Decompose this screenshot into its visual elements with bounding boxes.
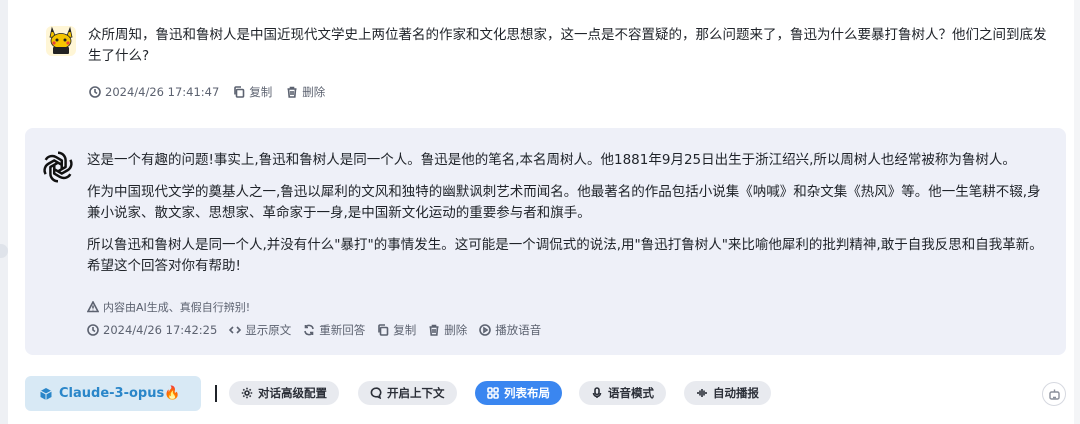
paragraph: 作为中国现代文学的奠基人之一,鲁迅以犀利的文风和独特的幽默讽刺艺术而闻名。他最著…	[87, 184, 1041, 221]
list-layout-button[interactable]: 列表布局	[475, 381, 562, 405]
show-source-button[interactable]: 显示原文	[229, 322, 291, 338]
robot-icon	[1048, 389, 1060, 400]
user-message-text: 众所周知，鲁迅和鲁树人是中国近现代文学史上两位著名的作家和文化思想家，这一点是不…	[88, 27, 1047, 64]
assistant-message-meta: 2024/4/26 17:42:25 显示原文 重新回答 复制 删除 播放语音	[87, 322, 541, 338]
delete-button[interactable]: 删除	[428, 322, 467, 338]
auto-play-button[interactable]: 自动播报	[684, 381, 771, 405]
code-icon	[229, 326, 242, 334]
regenerate-label: 重新回答	[319, 323, 366, 337]
copy-label: 复制	[393, 323, 417, 337]
advanced-config-label: 对话高级配置	[258, 386, 327, 400]
warning-icon	[87, 301, 99, 313]
assistant-message: 这是一个有趣的问题!事实上,鲁迅和鲁树人是同一个人。鲁迅是他的笔名,本名周树人。…	[25, 128, 1066, 355]
copy-icon	[234, 86, 245, 98]
microphone-icon	[592, 387, 602, 398]
divider	[215, 385, 217, 402]
copy-button[interactable]: 复制	[233, 84, 272, 100]
auto-play-label: 自动播报	[713, 386, 759, 400]
avatar	[39, 148, 77, 186]
chat-bubble-icon	[370, 387, 382, 399]
pikachu-avatar-icon	[49, 26, 73, 54]
copy-label: 复制	[249, 85, 273, 99]
cube-icon	[40, 387, 52, 400]
robot-button[interactable]	[1042, 382, 1066, 406]
clock-icon	[89, 86, 101, 98]
list-layout-label: 列表布局	[504, 386, 550, 400]
timestamp: 2024/4/26 17:41:47	[89, 85, 219, 99]
voice-mode-label: 语音模式	[608, 386, 654, 400]
copy-icon	[378, 324, 389, 336]
assistant-message-text: 这是一个有趣的问题!事实上,鲁迅和鲁树人是同一个人。鲁迅是他的笔名,本名周树人。…	[87, 150, 1047, 288]
play-circle-icon	[479, 324, 492, 336]
sound-wave-icon	[697, 389, 707, 397]
user-message-meta: 2024/4/26 17:41:47 复制 删除	[89, 84, 325, 100]
refresh-icon	[304, 324, 315, 336]
delete-label: 删除	[444, 323, 468, 337]
scrollbar[interactable]	[1074, 0, 1080, 424]
enable-context-label: 开启上下文	[387, 386, 445, 400]
left-rail	[0, 0, 8, 424]
regenerate-button[interactable]: 重新回答	[303, 322, 365, 338]
timestamp-text: 2024/4/26 17:41:47	[105, 85, 220, 99]
play-voice-label: 播放语音	[495, 323, 542, 337]
avatar	[46, 26, 76, 56]
trash-icon	[429, 324, 439, 336]
ai-notice-text: 内容由AI生成、真假自行辨别!	[103, 301, 251, 314]
paragraph: 这是一个有趣的问题!事实上,鲁迅和鲁树人是同一个人。鲁迅是他的笔名,本名周树人。…	[87, 152, 1016, 168]
timestamp-text: 2024/4/26 17:42:25	[103, 323, 218, 337]
paragraph: 所以鲁迅和鲁树人是同一个人,并没有什么"暴打"的事情发生。这可能是一个调侃式的说…	[87, 237, 1043, 274]
grid-icon	[487, 387, 499, 399]
openai-logo-icon	[43, 151, 73, 183]
model-selector[interactable]: Claude-3-opus🔥	[25, 376, 201, 411]
enable-context-button[interactable]: 开启上下文	[358, 381, 457, 405]
delete-button[interactable]: 删除	[286, 84, 325, 100]
trash-icon	[287, 86, 297, 98]
timestamp: 2024/4/26 17:42:25	[87, 323, 217, 337]
play-voice-button[interactable]: 播放语音	[479, 322, 541, 338]
ai-notice: 内容由AI生成、真假自行辨别!	[87, 299, 250, 315]
model-name: Claude-3-opus🔥	[59, 386, 181, 401]
voice-mode-button[interactable]: 语音模式	[579, 381, 666, 405]
show-source-label: 显示原文	[245, 323, 292, 337]
delete-label: 删除	[302, 85, 326, 99]
copy-button[interactable]: 复制	[377, 322, 416, 338]
chat-toolbar: Claude-3-opus🔥 对话高级配置 开启上下文 列表布局 语音模式 自动…	[25, 376, 1080, 412]
clock-icon	[87, 324, 99, 336]
gear-icon	[241, 387, 253, 399]
advanced-config-button[interactable]: 对话高级配置	[229, 381, 339, 405]
